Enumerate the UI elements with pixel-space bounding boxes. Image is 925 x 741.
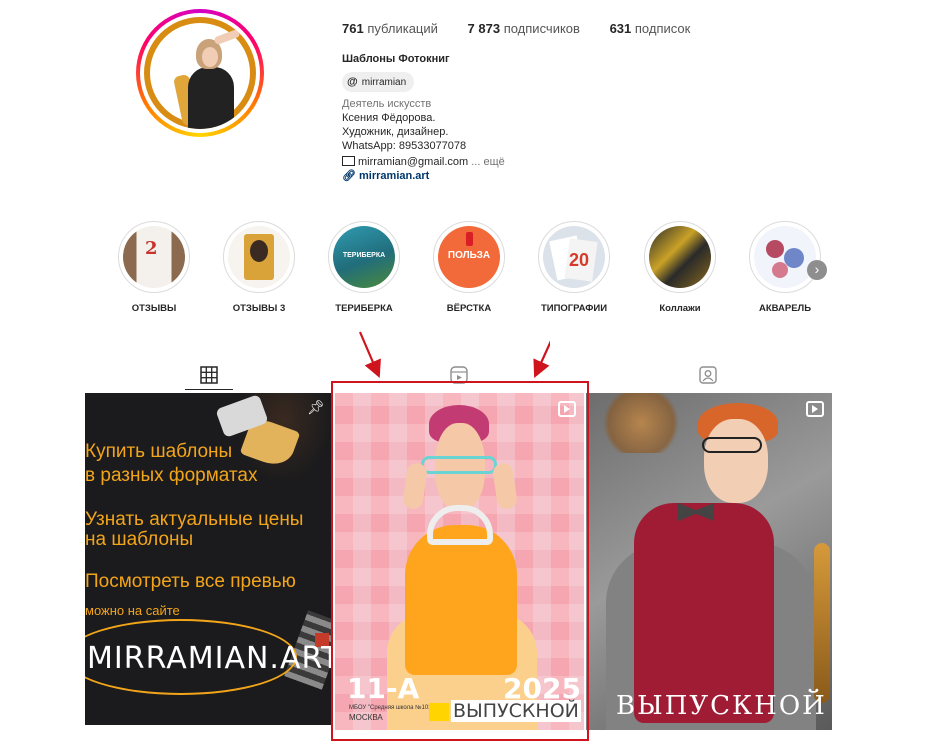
highlight-label: ОТЗЫВЫ 3 — [232, 303, 286, 314]
threads-link[interactable]: @ mirramian — [342, 72, 415, 92]
profile-avatar-ring[interactable] — [136, 9, 264, 137]
annotation-highlight-box — [331, 381, 589, 741]
highlight-item[interactable]: 2 ОТЗЫВЫ — [101, 221, 207, 314]
highlights-next-button[interactable]: › — [807, 260, 827, 280]
highlight-cover: 2 — [123, 226, 185, 288]
highlight-label: ТЕРИБЕРКА — [335, 303, 393, 314]
pin-icon: 📌︎ — [307, 399, 325, 415]
highlight-label: ВЁРСТКА — [446, 303, 492, 314]
bio-email: mirramian@gmail.com — [358, 156, 469, 168]
highlight-item[interactable]: 20 ТИПОГРАФИИ — [521, 221, 627, 314]
promo-line: Узнать актуальные цены — [85, 509, 304, 530]
grid-tab-icon[interactable] — [200, 366, 218, 384]
highlight-cover — [649, 226, 711, 288]
highlight-cover: ТЕРИБЕРКА — [333, 226, 395, 288]
grid-post-reel[interactable]: ВЫПУСКНОЙ — [586, 393, 832, 730]
link-icon: 🔗︎ — [342, 170, 356, 182]
highlight-item[interactable]: ТЕРИБЕРКА ТЕРИБЕРКА — [311, 221, 417, 314]
highlight-overlay-text: 20 — [569, 250, 590, 270]
bio-line: Художник, дизайнер. — [342, 126, 449, 138]
active-tab-indicator — [185, 389, 233, 390]
bio-line: Ксения Фёдорова. — [342, 112, 436, 124]
stat-following[interactable]: 631 подписок — [610, 21, 691, 36]
highlight-item[interactable]: Коллажи — [627, 221, 733, 314]
highlight-overlay-text: ПОЛЬЗА — [447, 250, 491, 261]
promo-site-text: MIRRAMIAN.ART — [87, 641, 331, 676]
bio-website-row[interactable]: 🔗︎ mirramian.art — [342, 169, 429, 183]
promo-line: Купить шаблоны — [85, 441, 233, 462]
threads-handle: mirramian — [361, 76, 407, 88]
tagged-tab-icon[interactable] — [699, 366, 717, 384]
bio-email-row: mirramian@gmail.com ... ещё — [342, 155, 505, 169]
profile-category: Деятель искусств — [342, 98, 432, 110]
post-caption: ВЫПУСКНОЙ — [616, 691, 827, 721]
threads-icon: @ — [347, 76, 358, 88]
highlight-cover: ПОЛЬЗА — [438, 226, 500, 288]
bio-more-button[interactable]: ... ещё — [471, 156, 505, 168]
highlight-cover — [754, 226, 816, 288]
mail-icon — [342, 156, 355, 166]
highlight-cover — [228, 226, 290, 288]
profile-stats: 761 публикаций 7 873 подписчиков 631 под… — [342, 21, 716, 36]
promo-small-text: можно на сайте — [85, 603, 180, 618]
grid-post[interactable]: 📌︎ Купить шаблоны в разных форматах Узна… — [85, 393, 331, 730]
annotation-arrow-right — [533, 340, 550, 379]
highlight-label: Коллажи — [659, 303, 701, 314]
highlight-item[interactable]: ОТЗЫВЫ 3 — [206, 221, 312, 314]
promo-line: в разных форматах — [85, 465, 258, 486]
highlight-item[interactable]: ПОЛЬЗА ВЁРСТКА — [416, 221, 522, 314]
stat-posts[interactable]: 761 публикаций — [342, 21, 438, 36]
highlight-label: ОТЗЫВЫ — [131, 303, 177, 314]
bio-website[interactable]: mirramian.art — [359, 170, 429, 182]
promo-line: Посмотреть все превью — [85, 571, 296, 592]
highlight-cover: 20 — [543, 226, 605, 288]
reel-icon — [806, 401, 824, 417]
bio-line: WhatsApp: 89533077078 — [342, 140, 467, 152]
highlight-label: АКВАРЕЛЬ — [758, 303, 812, 314]
annotation-arrow-left — [358, 331, 381, 379]
highlight-label: ТИПОГРАФИИ — [540, 303, 608, 314]
stat-followers[interactable]: 7 873 подписчиков — [468, 21, 580, 36]
highlight-overlay-text: ТЕРИБЕРКА — [342, 252, 386, 259]
profile-full-name: Шаблоны Фотокниг — [342, 53, 450, 65]
promo-line: на шаблоны — [85, 529, 194, 550]
avatar — [144, 17, 256, 129]
